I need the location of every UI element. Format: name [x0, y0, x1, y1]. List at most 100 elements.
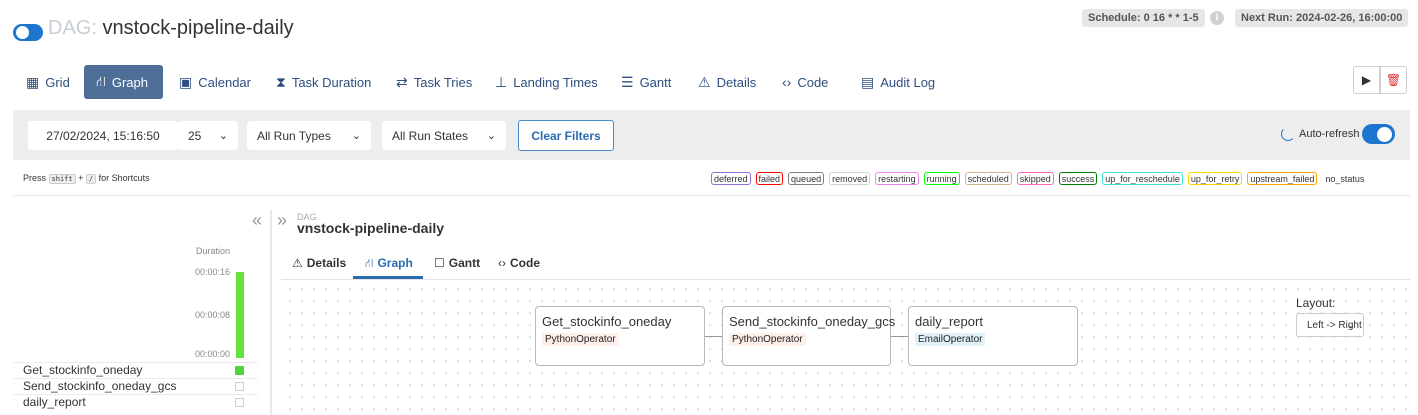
legend-restarting[interactable]: restarting	[875, 172, 919, 185]
tab-graph[interactable]: ⛙ Graph	[84, 65, 163, 99]
tab-label: Details	[716, 74, 757, 90]
num-runs-value: 25	[188, 128, 202, 143]
legend-deferred[interactable]: deferred	[711, 172, 751, 185]
graph-edge	[891, 336, 908, 337]
run-state-select[interactable]: All Run States ⌄	[382, 121, 506, 150]
task-row[interactable]: Send_stockinfo_oneday_gcs	[13, 378, 258, 394]
task-node-label: daily_report	[915, 314, 983, 329]
tab-calendar[interactable]: ▣ Calendar	[167, 65, 263, 99]
tab-code[interactable]: ‹› Code	[770, 65, 840, 99]
delete-dag-button[interactable]: 🗑	[1380, 66, 1407, 94]
gantt-icon: ☰	[621, 73, 634, 90]
subtab-graph[interactable]: ⛙ Graph	[365, 256, 413, 272]
toggle-knob	[1377, 126, 1392, 142]
legend-up-for-retry[interactable]: up_for_retry	[1187, 172, 1243, 185]
shortcut-hint: Press shift + / for Shortcuts	[23, 173, 150, 184]
tab-label: Gantt	[639, 74, 672, 90]
landing-icon: ⊥	[495, 73, 508, 90]
tab-details[interactable]: ⚠ Details	[686, 65, 768, 99]
tab-landing-times[interactable]: ⊥ Landing Times	[483, 65, 610, 99]
legend-upstream-failed[interactable]: upstream_failed	[1247, 172, 1318, 185]
legend-failed[interactable]: failed	[755, 172, 784, 185]
legend-removed[interactable]: removed	[829, 172, 871, 185]
tab-label: Graph	[111, 74, 148, 90]
subtab-details[interactable]: ⚠ Details	[292, 256, 346, 270]
tab-label: Task Tries	[413, 74, 473, 90]
legend-scheduled[interactable]: scheduled	[964, 172, 1012, 185]
subtab-gantt[interactable]: ☐ Gantt	[434, 256, 480, 270]
legend-no-status[interactable]: no_status	[1322, 172, 1368, 185]
tab-task-tries[interactable]: ⇄ Task Tries	[384, 65, 484, 99]
tab-gantt[interactable]: ☰ Gantt	[609, 65, 683, 99]
subtab-code[interactable]: ‹› Code	[498, 256, 540, 270]
dag-id: vnstock-pipeline-daily	[102, 17, 294, 39]
legend-up-for-reschedule[interactable]: up_for_reschedule	[1102, 172, 1183, 185]
task-instance-cell[interactable]	[235, 382, 244, 391]
chevron-down-icon: ⌄	[1347, 319, 1355, 330]
dag-prefix: DAG:	[48, 17, 97, 39]
gantt-icon: ☐	[434, 256, 445, 270]
task-node-daily-report[interactable]: daily_report EmailOperator	[908, 306, 1078, 366]
clear-filters-button[interactable]: Clear Filters	[518, 120, 614, 151]
tab-label: Calendar	[198, 74, 251, 90]
graph-icon: ⛙	[96, 72, 106, 89]
layout-select[interactable]: Left -> Right ⌄	[1296, 313, 1364, 337]
schedule-badge: Schedule: 0 16 * * 1-5	[1082, 9, 1205, 27]
retry-icon: ⇄	[396, 73, 408, 90]
next-run-badge: Next Run: 2024-02-26, 16:00:00	[1235, 9, 1409, 27]
task-name: daily_report	[23, 395, 86, 409]
collapse-icon[interactable]: «	[252, 210, 262, 231]
num-runs-select[interactable]: 25 ⌄	[178, 121, 238, 150]
task-node-get-stockinfo-oneday[interactable]: Get_stockinfo_oneday PythonOperator	[535, 306, 705, 366]
subtab-label: Gantt	[448, 256, 481, 270]
panel-dag-name: vnstock-pipeline-daily	[297, 220, 445, 236]
trigger-dag-button[interactable]: ▶	[1353, 66, 1380, 94]
shortcut-press: Press	[23, 173, 47, 183]
shortcut-suffix: for Shortcuts	[98, 173, 150, 183]
task-node-label: Get_stockinfo_oneday	[542, 314, 672, 329]
subtab-label: Graph	[377, 256, 413, 270]
task-name: Send_stockinfo_oneday_gcs	[23, 379, 177, 393]
refresh-spinner-icon	[1281, 127, 1295, 141]
duration-label: Duration	[196, 246, 231, 256]
operator-badge: PythonOperator	[729, 333, 806, 346]
run-duration-bar[interactable]	[236, 272, 244, 358]
legend-running[interactable]: running	[923, 172, 960, 185]
graph-icon: ⛙	[365, 256, 374, 270]
legend-skipped[interactable]: skipped	[1016, 172, 1054, 185]
filter-bar: 27/02/2024, 15:16:50 25 ⌄ All Run Types ⌄ …	[13, 110, 1410, 160]
tab-label: Code	[797, 74, 829, 90]
task-row[interactable]: Get_stockinfo_oneday	[13, 362, 258, 378]
chevron-down-icon: ⌄	[351, 130, 361, 142]
active-subtab-indicator	[353, 276, 423, 279]
task-instance-cell[interactable]	[235, 366, 244, 375]
operator-badge: EmailOperator	[915, 333, 986, 346]
run-state-value: All Run States	[392, 128, 469, 143]
duration-tick: 00:00:00	[195, 349, 231, 359]
dag-pause-toggle[interactable]	[13, 24, 43, 41]
task-instance-cell[interactable]	[235, 398, 244, 407]
status-legend: deferred failed queued removed restartin…	[711, 172, 1368, 185]
legend-queued[interactable]: queued	[788, 172, 825, 185]
task-node-send-stockinfo-oneday-gcs[interactable]: Send_stockinfo_oneday_gcs PythonOperator	[722, 306, 895, 366]
run-type-select[interactable]: All Run Types ⌄	[247, 121, 371, 150]
subtab-label: Code	[510, 256, 540, 270]
warning-icon: ⚠	[292, 256, 303, 270]
info-icon[interactable]: i	[1210, 11, 1224, 25]
operator-badge: PythonOperator	[542, 333, 619, 346]
tab-audit-log[interactable]: ▤ Audit Log	[849, 65, 947, 99]
divider	[13, 195, 1410, 196]
trash-icon: 🗑	[1385, 73, 1402, 87]
task-row[interactable]: daily_report	[13, 394, 258, 410]
base-date-input[interactable]: 27/02/2024, 15:16:50	[28, 121, 178, 150]
tab-task-duration[interactable]: ⧗ Task Duration	[264, 65, 383, 99]
tab-grid[interactable]: ▦ Grid	[14, 65, 82, 99]
tab-label: Audit Log	[880, 74, 936, 90]
legend-success[interactable]: success	[1058, 172, 1098, 185]
warning-icon: ⚠	[698, 73, 711, 90]
auto-refresh-toggle[interactable]	[1362, 124, 1395, 144]
expand-icon[interactable]: »	[277, 210, 287, 231]
panel-splitter[interactable]	[270, 210, 272, 415]
page-title: DAG: vnstock-pipeline-daily	[48, 17, 294, 40]
shortcut-plus: +	[78, 173, 84, 183]
